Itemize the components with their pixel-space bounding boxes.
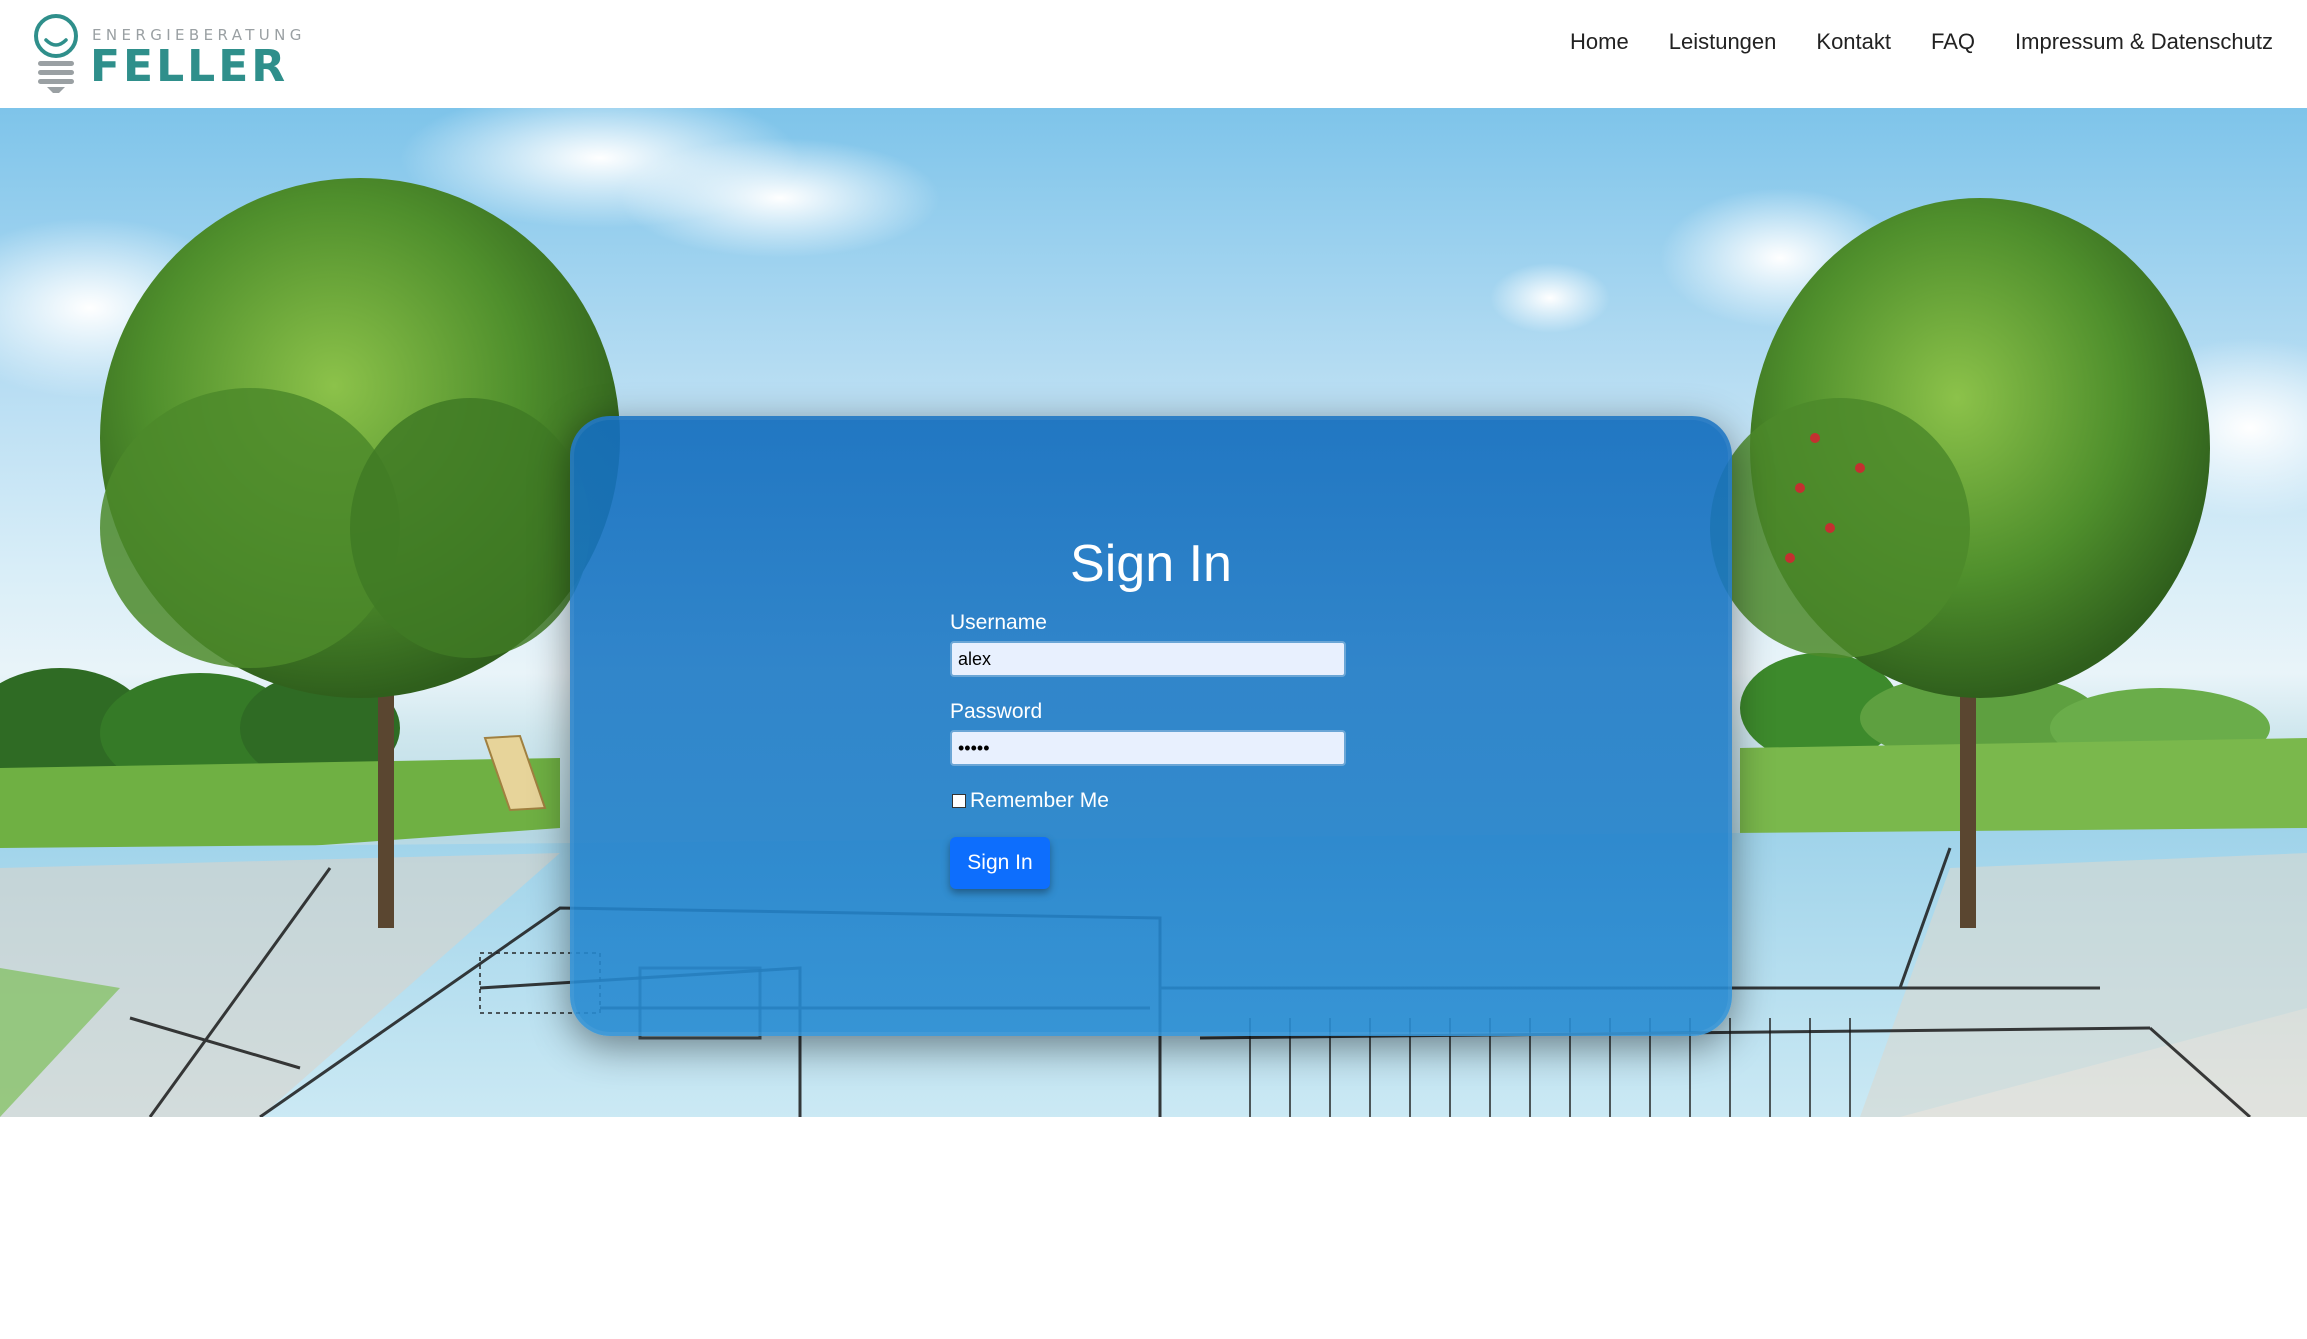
- site-header: ENERGIEBERATUNG FELLER Home Leistungen K…: [0, 0, 2307, 108]
- remember-me-row: Remember Me: [950, 789, 1350, 813]
- nav-faq[interactable]: FAQ: [1911, 26, 1995, 58]
- hero-background: Sign In Username Password Remember Me Si…: [0, 108, 2307, 1117]
- nav-home[interactable]: Home: [1550, 26, 1649, 58]
- remember-me-label[interactable]: Remember Me: [970, 789, 1109, 813]
- main-nav: Home Leistungen Kontakt FAQ Impressum & …: [1550, 26, 2293, 58]
- login-card: Sign In Username Password Remember Me Si…: [570, 416, 1732, 1036]
- password-label: Password: [950, 700, 1043, 723]
- page-title: Sign In: [1070, 535, 1232, 593]
- username-input[interactable]: [950, 641, 1346, 677]
- nav-leistungen[interactable]: Leistungen: [1649, 26, 1797, 58]
- logo-name: FELLER: [90, 41, 289, 92]
- nav-kontakt[interactable]: Kontakt: [1796, 26, 1911, 58]
- password-input[interactable]: [950, 730, 1346, 766]
- logo[interactable]: ENERGIEBERATUNG FELLER: [30, 12, 330, 94]
- nav-impressum[interactable]: Impressum & Datenschutz: [1995, 26, 2293, 58]
- sign-in-button[interactable]: Sign In: [950, 837, 1050, 889]
- username-label: Username: [950, 611, 1047, 634]
- lightbulb-icon: [34, 14, 78, 93]
- remember-me-checkbox[interactable]: [952, 794, 966, 808]
- login-form: Username Password Remember Me Sign In: [950, 611, 1350, 889]
